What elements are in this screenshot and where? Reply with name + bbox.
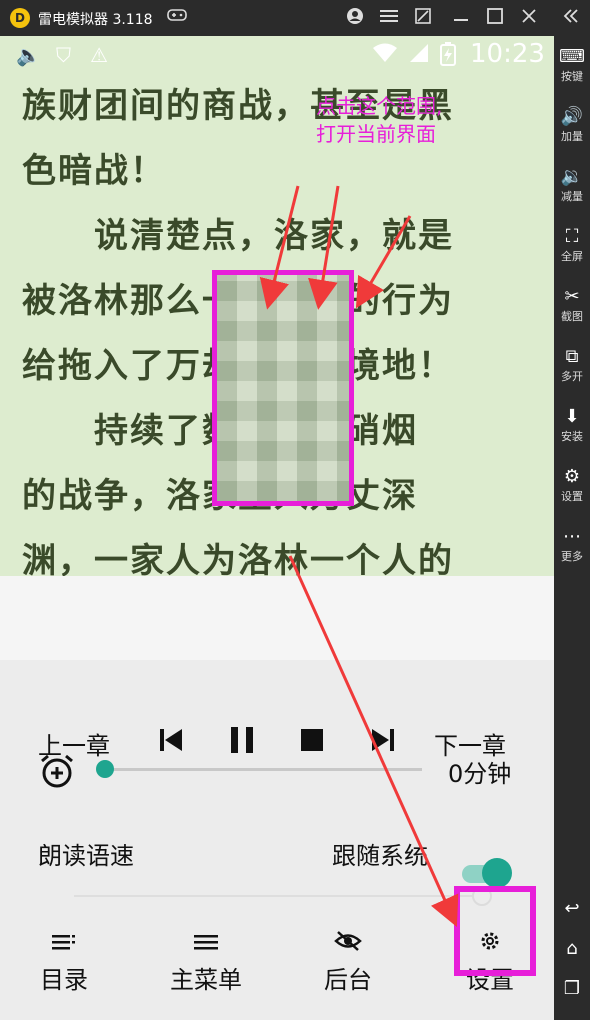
- recents-icon[interactable]: ❐: [554, 974, 590, 1004]
- speech-rate-slider-track: [74, 895, 474, 897]
- emulator-titlebar: D 雷电模拟器 3.118: [0, 0, 590, 36]
- skip-previous-icon[interactable]: [152, 720, 192, 760]
- apk-icon: ⬇: [564, 406, 580, 427]
- sidebar-item-fullscreen[interactable]: ⛶ 全屏: [554, 224, 590, 280]
- sidebar-item-label: 多开: [561, 370, 583, 383]
- signal-icon: [408, 42, 430, 70]
- sidebar-item-keys[interactable]: ⌨ 按键: [554, 44, 590, 100]
- skip-next-icon[interactable]: [362, 720, 402, 760]
- nav-background[interactable]: 后台: [298, 930, 398, 998]
- close-icon[interactable]: [518, 7, 540, 29]
- volume-up-icon: 🔊: [560, 106, 584, 127]
- emulator-sidebar: ⌨ 按键 🔊 加量 🔉 减量 ⛶ 全屏 ✂ 截图 ⧉ 多开 ⬇ 安装 ⚙ 设置 …: [554, 36, 590, 1020]
- sidebar-item-label: 加量: [561, 130, 583, 143]
- volume-down-icon: 🔉: [560, 166, 584, 187]
- more-dots-icon: ⋯: [563, 526, 581, 547]
- follow-system-label: 跟随系统: [332, 842, 428, 870]
- timer-slider-track[interactable]: [104, 768, 422, 771]
- gamepad-icon[interactable]: [166, 7, 188, 29]
- timer-value: 0分钟: [448, 760, 512, 788]
- warning-icon: ⚠: [90, 43, 108, 67]
- sidebar-item-label: 设置: [561, 490, 583, 503]
- home-icon[interactable]: ⌂: [554, 934, 590, 964]
- list-icon: [14, 930, 114, 962]
- gear-icon: ⚙: [563, 466, 581, 487]
- mosaic-highlight-box: [212, 270, 354, 506]
- status-clock: 10:23: [470, 39, 545, 69]
- fullscreen-icon: ⛶: [565, 226, 579, 247]
- nav-label: 目录: [40, 966, 88, 994]
- maximize-icon[interactable]: [484, 7, 506, 29]
- collapse-icon[interactable]: [560, 7, 582, 29]
- sidebar-item-label: 按键: [561, 70, 583, 83]
- sidebar-item-label: 减量: [561, 190, 583, 203]
- timer-slider-thumb[interactable]: [96, 760, 114, 778]
- sidebar-item-label: 截图: [561, 310, 583, 323]
- mute-icon: 🔈: [16, 43, 41, 67]
- follow-system-toggle-thumb[interactable]: [482, 858, 512, 888]
- sidebar-item-label: 更多: [561, 550, 583, 563]
- back-icon[interactable]: ↩: [554, 894, 590, 924]
- alarm-timer-icon: [38, 752, 78, 792]
- app-logo: D: [10, 8, 30, 28]
- nav-catalog[interactable]: 目录: [14, 930, 114, 998]
- nav-label: 主菜单: [170, 966, 242, 994]
- settings-highlight-box: [454, 886, 536, 976]
- scissors-icon: ✂: [564, 286, 580, 307]
- pause-icon[interactable]: [222, 720, 262, 760]
- reader-line: 族财团间的商战，甚至是黑: [22, 86, 454, 126]
- sidebar-item-label: 安装: [561, 430, 583, 443]
- eye-off-icon: [298, 930, 398, 962]
- hamburger-icon: [156, 930, 256, 962]
- android-statusbar: 🔈 ⛉ ⚠ 10:23: [0, 36, 554, 74]
- wifi-icon: [372, 42, 398, 70]
- reader-line: 色暗战！: [22, 151, 166, 191]
- nav-main-menu[interactable]: 主菜单: [156, 930, 256, 998]
- menu-icon[interactable]: [378, 7, 400, 29]
- minimize-icon[interactable]: [450, 7, 472, 29]
- sidebar-item-volume-up[interactable]: 🔊 加量: [554, 104, 590, 160]
- window-title: 雷电模拟器 3.118: [38, 12, 153, 28]
- sidebar-item-multi-instance[interactable]: ⧉ 多开: [554, 344, 590, 400]
- annotation-callout: 点击这个范围, 打开当前界面: [316, 92, 442, 148]
- restore-icon[interactable]: [412, 7, 434, 29]
- speech-rate-label: 朗读语速: [38, 842, 134, 870]
- reader-line: 说清楚点，洛家，就是: [22, 216, 454, 256]
- stop-icon[interactable]: [292, 720, 332, 760]
- nav-label: 后台: [324, 966, 372, 994]
- battery-charging-icon: [440, 42, 456, 72]
- sidebar-item-screenshot[interactable]: ✂ 截图: [554, 284, 590, 340]
- annotation-line: 点击这个范围,: [316, 94, 443, 118]
- sidebar-item-install[interactable]: ⬇ 安装: [554, 404, 590, 460]
- phone-screen: 🔈 ⛉ ⚠ 10:23 族财团间的商战，甚至是黑 色暗战！ 说清楚点，洛家，就是…: [0, 36, 554, 1020]
- annotation-line: 打开当前界面: [316, 122, 436, 146]
- sidebar-item-label: 全屏: [561, 250, 583, 263]
- shield-play-icon: ⛉: [56, 43, 71, 67]
- user-icon[interactable]: [344, 7, 366, 29]
- sidebar-item-more[interactable]: ⋯ 更多: [554, 524, 590, 580]
- panel-top-strip: [0, 576, 554, 660]
- keyboard-icon: ⌨: [559, 46, 585, 67]
- sidebar-item-settings[interactable]: ⚙ 设置: [554, 464, 590, 520]
- multi-window-icon: ⧉: [565, 346, 579, 367]
- sidebar-item-volume-down[interactable]: 🔉 减量: [554, 164, 590, 220]
